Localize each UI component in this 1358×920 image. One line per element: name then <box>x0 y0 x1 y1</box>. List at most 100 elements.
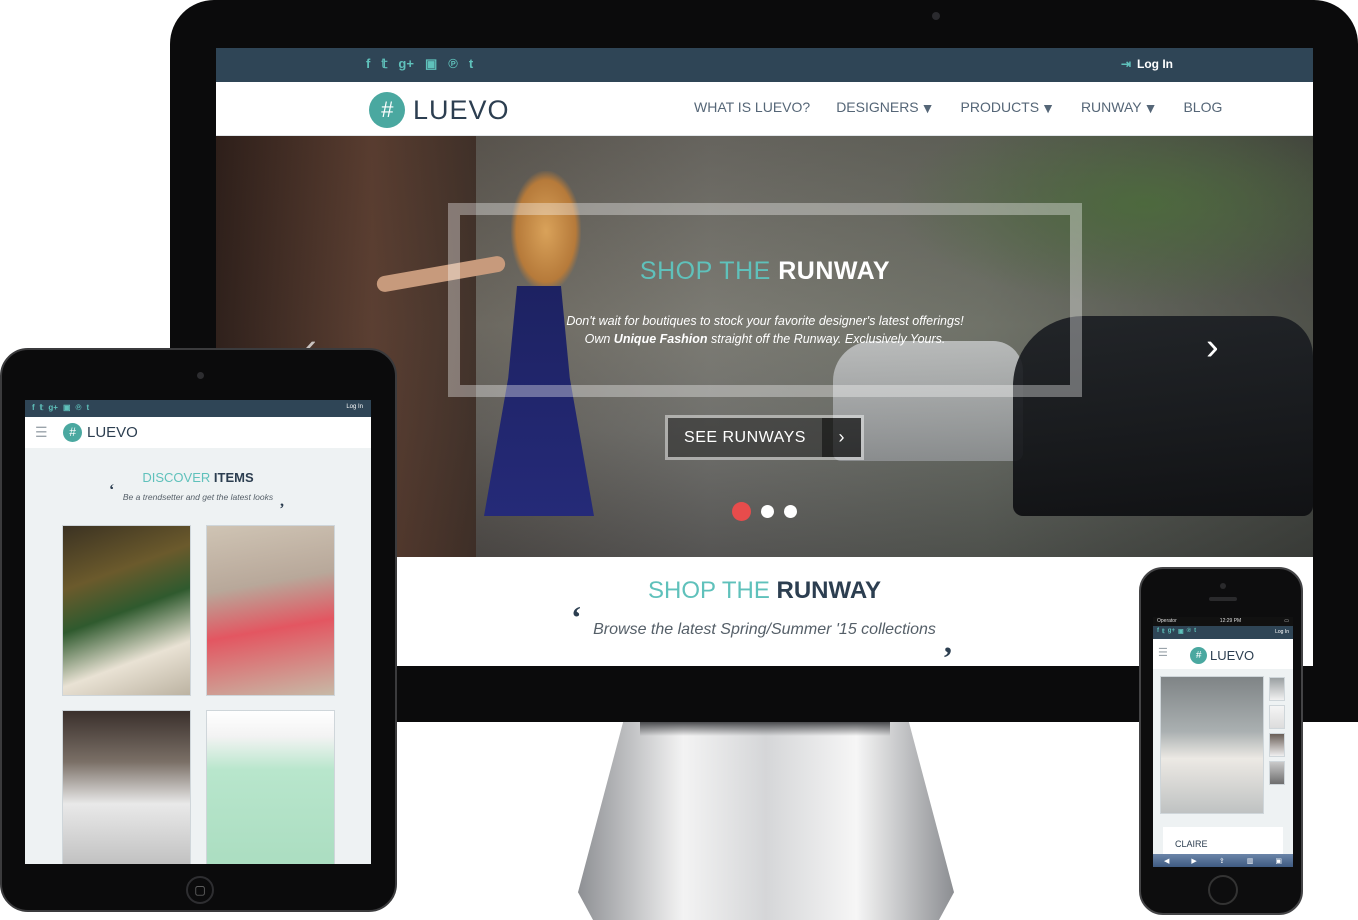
twitter-icon[interactable]: 𝕥 <box>1162 628 1165 635</box>
phone-camera <box>1220 583 1226 589</box>
tablet-topbar: f 𝕥 g+ ▣ ℗ t Log In <box>25 400 371 417</box>
phone-logo[interactable]: # LUEVO <box>1190 647 1254 664</box>
monitor-stand-shadow <box>640 722 890 736</box>
tumblr-icon[interactable]: t <box>469 56 473 72</box>
section-title-light: SHOP THE <box>648 577 777 604</box>
tumblr-icon[interactable]: t <box>1194 628 1196 635</box>
logo-hash-icon: # <box>369 92 405 128</box>
hero-line2-suffix: straight off the Runway. Exclusively You… <box>707 332 946 346</box>
hero-description-line2: Own Unique Fashion straight off the Runw… <box>460 330 1070 348</box>
hero-caption-box: SHOP THE RUNWAY Don't wait for boutiques… <box>448 203 1082 397</box>
browser-toolbar: ◀ ▶ ⇪ ▥ ▣ <box>1153 854 1293 867</box>
caret-down-icon: ▼ <box>1041 100 1055 117</box>
nav-item-blog[interactable]: BLOG <box>1183 99 1222 116</box>
product-thumbnail[interactable] <box>1269 733 1285 757</box>
nav-item-what-is-luevo[interactable]: WHAT IS LUEVO? <box>694 99 810 116</box>
logo-hash-icon: # <box>1190 647 1207 664</box>
bookmarks-icon[interactable]: ▥ <box>1247 857 1254 865</box>
googleplus-icon[interactable]: g+ <box>48 403 58 412</box>
instagram-icon[interactable]: ▣ <box>425 56 437 72</box>
product-thumbnail[interactable] <box>1269 677 1285 701</box>
social-links: f 𝕥 g+ ▣ ℗ t <box>366 56 473 72</box>
phone-home-button[interactable] <box>1208 875 1238 905</box>
logo-text: LUEVO <box>413 94 510 125</box>
twitter-icon[interactable]: 𝕥 <box>40 403 44 412</box>
nav-item-designers-label: DESIGNERS <box>836 99 919 115</box>
tablet-device: f 𝕥 g+ ▣ ℗ t Log In ☰ # LUEVO DISCOVER I… <box>0 348 397 912</box>
tablet-screen: f 𝕥 g+ ▣ ℗ t Log In ☰ # LUEVO DISCOVER I… <box>25 400 371 864</box>
product-card-image[interactable] <box>206 525 335 696</box>
googleplus-icon[interactable]: g+ <box>398 56 414 72</box>
tabs-icon[interactable]: ▣ <box>1275 857 1282 865</box>
facebook-icon[interactable]: f <box>366 56 370 72</box>
pinterest-icon[interactable]: ℗ <box>448 56 458 72</box>
twitter-icon[interactable]: 𝕥 <box>381 56 387 72</box>
caret-down-icon: ▼ <box>920 100 935 117</box>
phone-social-links: f 𝕥 g+ ▣ ℗ t <box>1157 628 1196 635</box>
carousel-dot-3[interactable] <box>784 505 797 518</box>
logo[interactable]: # LUEVO <box>369 92 510 128</box>
tablet-home-button[interactable]: ▢ <box>186 876 214 904</box>
back-icon[interactable]: ◀ <box>1164 857 1169 865</box>
phone-navbar: ☰ # LUEVO <box>1153 639 1293 669</box>
carousel-dot-1[interactable] <box>732 502 751 521</box>
instagram-icon[interactable]: ▣ <box>63 403 71 412</box>
phone-logo-text: LUEVO <box>1210 648 1255 663</box>
discover-items-title: DISCOVER ITEMS <box>25 470 371 485</box>
product-main-image[interactable] <box>1160 676 1264 814</box>
monitor-camera <box>932 12 940 20</box>
nav-item-products-label: PRODUCTS <box>960 99 1040 115</box>
tumblr-icon[interactable]: t <box>86 403 89 412</box>
facebook-icon[interactable]: f <box>1157 628 1159 635</box>
see-runways-button[interactable]: SEE RUNWAYS › <box>665 415 864 460</box>
logo-hash-icon: # <box>63 423 82 442</box>
desktop-topbar: f 𝕥 g+ ▣ ℗ t ⇥ Log In <box>216 48 1313 82</box>
product-card-image[interactable] <box>62 710 191 864</box>
hero-description-line1: Don't wait for boutiques to stock your f… <box>566 314 964 328</box>
tablet-social-links: f 𝕥 g+ ▣ ℗ t <box>32 403 89 412</box>
hamburger-menu-icon[interactable]: ☰ <box>1158 646 1168 659</box>
discover-title-bold: ITEMS <box>213 470 254 485</box>
section-title-bold: RUNWAY <box>776 577 881 604</box>
phone-speaker <box>1209 597 1237 601</box>
close-quote-icon: , <box>280 493 284 510</box>
login-link[interactable]: ⇥ Log In <box>1121 57 1173 71</box>
hamburger-menu-icon[interactable]: ☰ <box>35 424 48 441</box>
login-label: Log In <box>1137 57 1173 71</box>
close-quote-icon: , <box>944 623 952 659</box>
product-thumbnail[interactable] <box>1269 761 1285 785</box>
googleplus-icon[interactable]: g+ <box>1168 628 1175 635</box>
pinterest-icon[interactable]: ℗ <box>1187 628 1191 635</box>
phone-topbar: f 𝕥 g+ ▣ ℗ t Log In <box>1153 626 1293 639</box>
product-thumbnail[interactable] <box>1269 705 1285 729</box>
discover-items-subtitle: Be a trendsetter and get the latest look… <box>122 492 274 502</box>
tablet-logo[interactable]: # LUEVO <box>63 423 138 442</box>
carousel-next-arrow-icon[interactable]: › <box>1206 326 1219 369</box>
pinterest-icon[interactable]: ℗ <box>76 403 82 412</box>
phone-carrier: Operator <box>1157 618 1177 624</box>
share-icon[interactable]: ⇪ <box>1219 857 1225 865</box>
battery-icon: ▭ <box>1284 618 1289 624</box>
product-name: CLAIRE <box>1175 839 1208 849</box>
facebook-icon[interactable]: f <box>32 403 35 412</box>
tablet-login-link[interactable]: Log In <box>346 404 363 410</box>
hero-line2-prefix: Own <box>584 332 614 346</box>
login-icon: ⇥ <box>1120 57 1131 71</box>
carousel-dot-2[interactable] <box>761 505 774 518</box>
phone-login-link[interactable]: Log In <box>1275 629 1289 635</box>
product-card-image[interactable] <box>62 525 191 696</box>
nav-item-designers[interactable]: DESIGNERS ▼ <box>836 99 934 116</box>
hero-title-light: SHOP THE <box>639 257 779 285</box>
nav-item-runway[interactable]: RUNWAY ▼ <box>1081 99 1158 116</box>
nav-item-products[interactable]: PRODUCTS ▼ <box>961 99 1055 116</box>
phone-screen: Operator 12:29 PM ▭ f 𝕥 g+ ▣ ℗ t Log In … <box>1153 617 1293 867</box>
nav-item-runway-label: RUNWAY <box>1080 99 1142 115</box>
product-card-image[interactable] <box>206 710 335 864</box>
see-runways-label: SEE RUNWAYS <box>668 418 822 457</box>
forward-icon[interactable]: ▶ <box>1191 857 1196 865</box>
instagram-icon[interactable]: ▣ <box>1178 628 1184 635</box>
main-nav: WHAT IS LUEVO? DESIGNERS ▼ PRODUCTS ▼ RUNW… <box>694 99 1222 116</box>
phone-status-bar: Operator 12:29 PM ▭ <box>1153 617 1293 626</box>
tablet-camera <box>197 372 204 379</box>
hero-title: SHOP THE RUNWAY <box>460 257 1070 286</box>
